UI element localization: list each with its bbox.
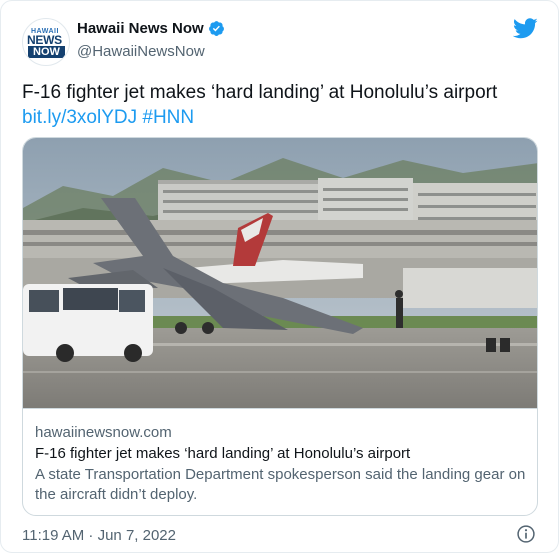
- verified-badge-icon: [208, 21, 224, 36]
- author-name-row: Hawaii News Now: [77, 20, 225, 37]
- info-icon[interactable]: [516, 524, 536, 544]
- short-link[interactable]: bit.ly/3xolYDJ: [22, 107, 137, 128]
- avatar-text-bottom: NOW: [28, 46, 65, 58]
- hashtag-link[interactable]: #HNN: [142, 107, 194, 128]
- card-text-area: hawaiinewsnow.com F-16 fighter jet makes…: [23, 408, 537, 515]
- tweet-text: F-16 fighter jet makes ‘hard landing’ at…: [22, 80, 542, 130]
- handle[interactable]: @HawaiiNewsNow: [77, 43, 205, 60]
- card-photo: [23, 138, 537, 408]
- tweet-embed: HAWAII NEWS NOW Hawaii News Now @HawaiiN…: [0, 0, 559, 553]
- card-description: A state Transportation Department spokes…: [35, 466, 526, 503]
- card-domain: hawaiinewsnow.com: [35, 424, 172, 441]
- avatar[interactable]: HAWAII NEWS NOW: [22, 18, 70, 66]
- avatar-text-middle: NEWS: [27, 33, 62, 47]
- tweet-links-row: bit.ly/3xolYDJ #HNN: [22, 105, 542, 130]
- display-name[interactable]: Hawaii News Now: [77, 20, 204, 37]
- tweet-timestamp[interactable]: 11:19 AM · Jun 7, 2022: [22, 527, 176, 544]
- link-preview-card[interactable]: hawaiinewsnow.com F-16 fighter jet makes…: [22, 137, 538, 516]
- twitter-bird-icon[interactable]: [513, 18, 538, 39]
- card-title: F-16 fighter jet makes ‘hard landing’ at…: [35, 445, 411, 462]
- tweet-text-body: F-16 fighter jet makes ‘hard landing’ at…: [22, 82, 498, 103]
